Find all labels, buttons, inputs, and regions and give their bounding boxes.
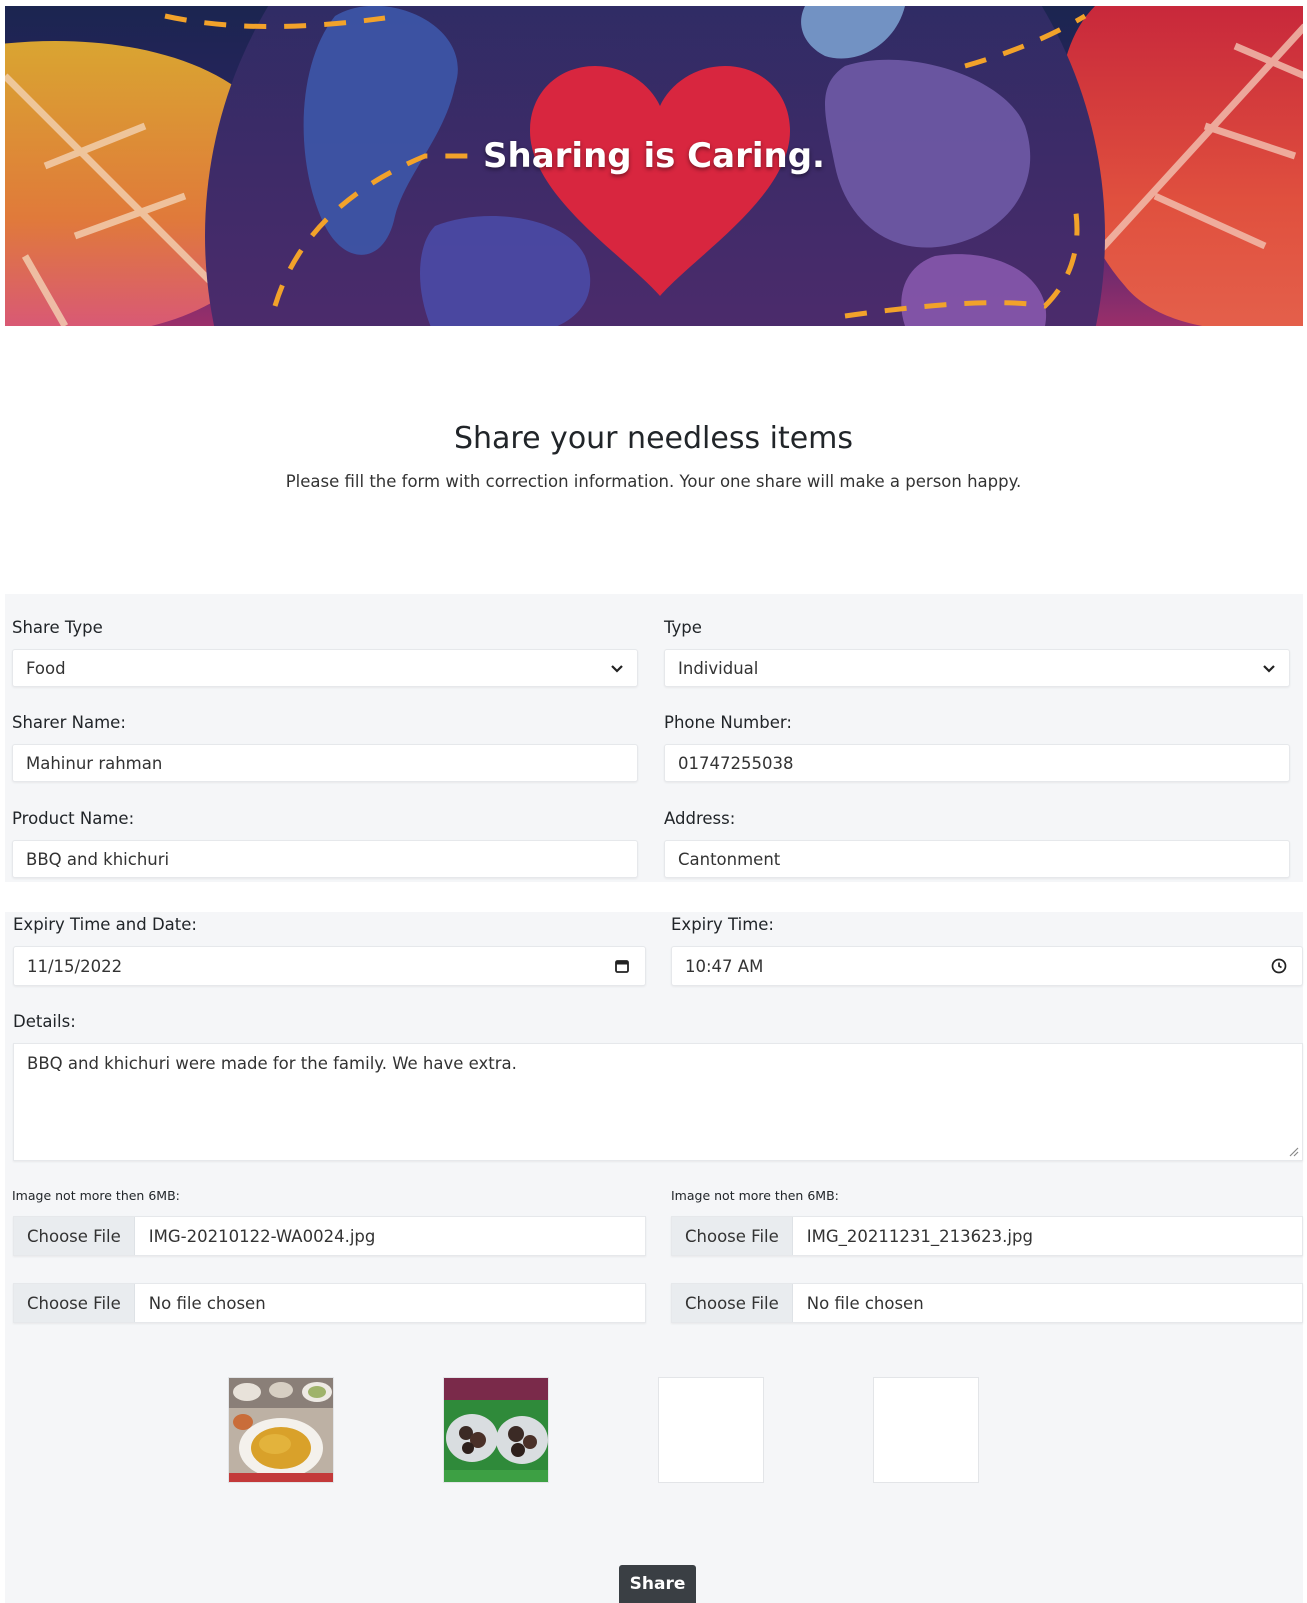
chevron-down-icon — [1263, 665, 1275, 673]
clock-icon[interactable] — [1270, 957, 1288, 975]
image-preview-1 — [228, 1377, 334, 1483]
choose-file-button[interactable]: Choose File — [672, 1217, 793, 1255]
phone-label: Phone Number: — [664, 713, 792, 732]
address-value: Cantonment — [678, 849, 781, 869]
details-label: Details: — [13, 1012, 76, 1031]
details-textarea[interactable]: BBQ and khichuri were made for the famil… — [13, 1043, 1303, 1161]
share-button[interactable]: Share — [619, 1565, 696, 1603]
sharer-name-input[interactable]: Mahinur rahman — [12, 744, 638, 782]
details-value: BBQ and khichuri were made for the famil… — [27, 1054, 517, 1073]
expiry-date-input[interactable]: 11/15/2022 — [13, 946, 646, 986]
expiry-time-input[interactable]: 10:47 AM — [671, 946, 1303, 986]
file-name: IMG-20210122-WA0024.jpg — [148, 1226, 376, 1246]
hero-title: Sharing is Caring. — [483, 136, 825, 176]
share-type-select[interactable]: Food — [12, 649, 638, 687]
food-photo-khichuri — [229, 1378, 333, 1482]
expiry-date-label: Expiry Time and Date: — [13, 915, 197, 934]
image-note-right: Image not more then 6MB: — [671, 1188, 839, 1203]
page-title: Share your needless items — [453, 421, 854, 456]
image-preview-4 — [873, 1377, 979, 1483]
form-panel-bottom — [5, 912, 1303, 1603]
type-select[interactable]: Individual — [664, 649, 1290, 687]
chevron-down-icon — [611, 665, 623, 673]
file-input-1[interactable]: Choose File IMG-20210122-WA0024.jpg — [13, 1216, 646, 1256]
image-note-left: Image not more then 6MB: — [12, 1188, 180, 1203]
file-name: No file chosen — [148, 1293, 266, 1313]
share-type-value: Food — [26, 658, 66, 678]
file-name: IMG_20211231_213623.jpg — [806, 1226, 1033, 1246]
hero-banner: Sharing is Caring. — [5, 6, 1303, 326]
sharer-name-label: Sharer Name: — [12, 713, 126, 732]
phone-value: 01747255038 — [678, 753, 794, 773]
form-panel-top — [5, 594, 1303, 882]
product-name-label: Product Name: — [12, 809, 135, 828]
type-value: Individual — [678, 658, 759, 678]
product-name-input[interactable]: BBQ and khichuri — [12, 840, 638, 878]
phone-input[interactable]: 01747255038 — [664, 744, 1290, 782]
type-label: Type — [664, 618, 702, 637]
address-label: Address: — [664, 809, 736, 828]
file-input-3[interactable]: Choose File No file chosen — [13, 1283, 646, 1323]
resize-grip-icon[interactable] — [1289, 1147, 1299, 1157]
choose-file-button[interactable]: Choose File — [672, 1284, 793, 1322]
sharer-name-value: Mahinur rahman — [26, 753, 163, 773]
file-name: No file chosen — [806, 1293, 924, 1313]
expiry-time-value: 10:47 AM — [685, 956, 764, 976]
food-photo-bbq — [444, 1378, 548, 1482]
address-input[interactable]: Cantonment — [664, 840, 1290, 878]
calendar-icon[interactable] — [613, 957, 631, 975]
choose-file-button[interactable]: Choose File — [14, 1284, 135, 1322]
choose-file-button[interactable]: Choose File — [14, 1217, 135, 1255]
image-preview-2 — [443, 1377, 549, 1483]
share-type-label: Share Type — [12, 618, 103, 637]
expiry-date-value: 11/15/2022 — [27, 956, 123, 976]
expiry-time-label: Expiry Time: — [671, 915, 774, 934]
product-name-value: BBQ and khichuri — [26, 849, 170, 869]
image-preview-3 — [658, 1377, 764, 1483]
page-subtitle: Please fill the form with correction inf… — [285, 472, 1022, 491]
file-input-4[interactable]: Choose File No file chosen — [671, 1283, 1303, 1323]
file-input-2[interactable]: Choose File IMG_20211231_213623.jpg — [671, 1216, 1303, 1256]
